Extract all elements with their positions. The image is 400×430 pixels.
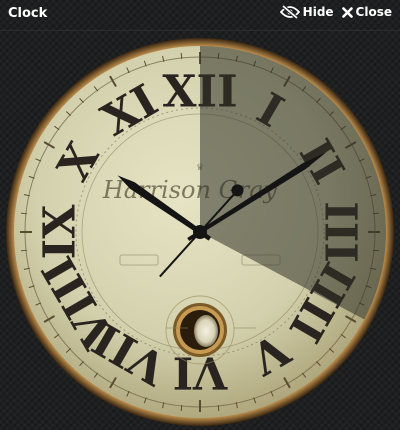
center-cap bbox=[193, 225, 207, 239]
eye-slash-icon bbox=[279, 5, 300, 19]
window-title: Clock bbox=[8, 6, 48, 21]
close-label: Close bbox=[355, 5, 392, 19]
clock-face: XIIIIIIIIIIIIVVIVIIVIIIIXXXI Harrison Gr… bbox=[6, 38, 394, 426]
minute-tick bbox=[180, 404, 183, 412]
minute-tick bbox=[20, 249, 28, 252]
hide-label: Hide bbox=[302, 5, 334, 19]
close-button[interactable]: Close bbox=[341, 5, 392, 19]
minute-tick bbox=[20, 212, 28, 215]
minute-tick bbox=[180, 52, 183, 60]
minute-tick bbox=[217, 404, 220, 412]
second-hand-counterweight bbox=[231, 184, 244, 197]
hide-button[interactable]: Hide bbox=[279, 5, 334, 19]
clock-window: Clock Hide Close IIII V VI VII VIII IX X… bbox=[0, 0, 400, 430]
window-actions: Hide Close bbox=[279, 5, 392, 19]
title-bar: Clock Hide Close bbox=[0, 0, 400, 31]
clock-area: XIIIIIIIIIIIIVVIVIIVIIIIXXXI Harrison Gr… bbox=[0, 30, 400, 430]
close-icon bbox=[341, 6, 353, 18]
numeral-ix: IX bbox=[35, 204, 86, 260]
